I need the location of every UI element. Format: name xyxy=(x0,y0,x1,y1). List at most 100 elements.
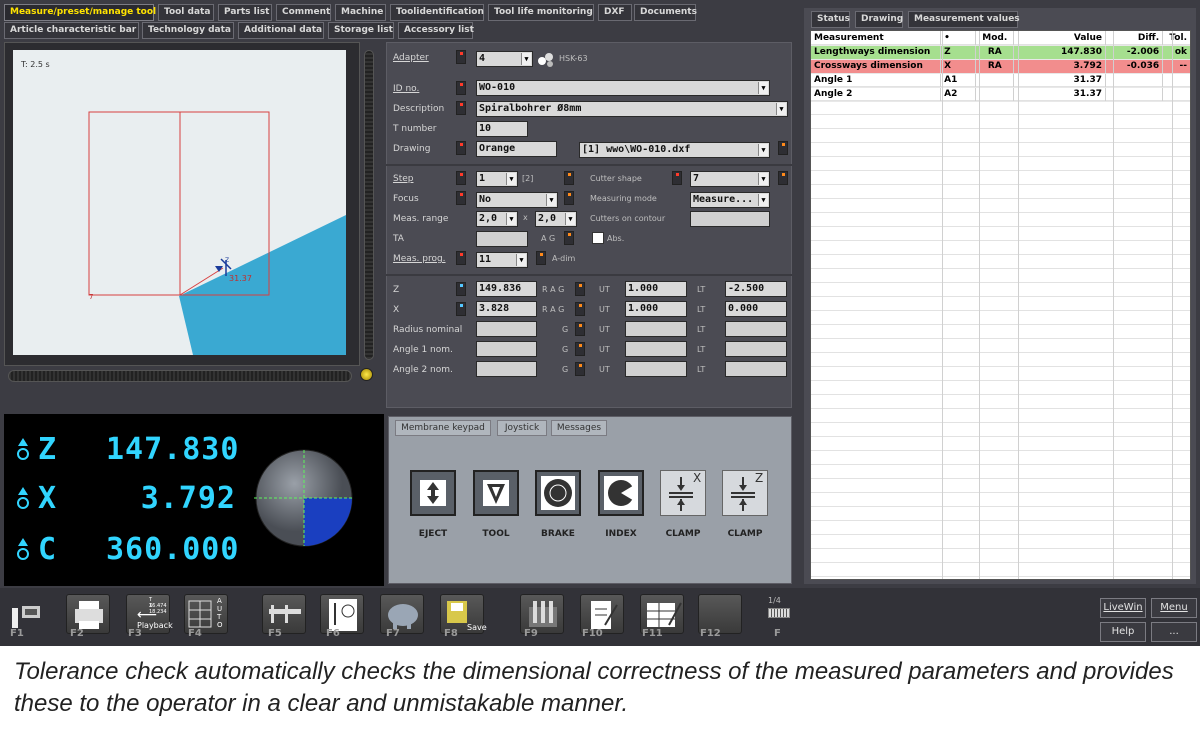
tab-machine[interactable]: Machine xyxy=(335,4,386,21)
header-measurement: Measurement xyxy=(811,31,942,46)
fkey-f11: F11 xyxy=(642,628,663,639)
cell-value: 147.830 xyxy=(1013,45,1106,60)
required-marker xyxy=(456,81,466,95)
step-select[interactable]: 1 ▼ xyxy=(476,171,518,187)
adapter-select[interactable]: 4 ▼ xyxy=(476,51,533,67)
rotary-position-gauge xyxy=(254,448,354,548)
abs-checkbox[interactable] xyxy=(592,232,604,244)
cell-mod xyxy=(975,87,1015,102)
tab-additional-data[interactable]: Additional data xyxy=(238,22,324,39)
table-row[interactable]: Lengthways dimension Z RA 147.830 -2.006… xyxy=(811,45,1190,60)
help-button[interactable]: Help xyxy=(1100,622,1146,642)
required-marker xyxy=(575,322,585,336)
adapter-label: Adapter xyxy=(393,53,429,63)
keypad-label-clamp-z: CLAMP xyxy=(727,529,763,539)
x-lt-field[interactable]: 0.000 xyxy=(725,301,787,317)
cell-name: Lengthways dimension xyxy=(811,45,942,60)
more-button[interactable]: ... xyxy=(1151,622,1197,642)
tab-messages[interactable]: Messages xyxy=(551,420,607,436)
time-readout: T: 2.5 s xyxy=(21,60,50,69)
angle1-lt-label: LT xyxy=(697,345,706,354)
viewer-vertical-scrollbar[interactable] xyxy=(364,50,374,360)
table-row[interactable]: Angle 2 A2 31.37 xyxy=(811,87,1190,102)
column-divider xyxy=(1018,31,1019,579)
tab-tool-data[interactable]: Tool data xyxy=(158,4,214,21)
measuring-mode-select[interactable]: Measure... ▼ xyxy=(690,192,770,208)
tab-measure-preset-manage-tool[interactable]: Measure/preset/manage tool xyxy=(4,4,156,21)
eject-button[interactable] xyxy=(410,470,456,516)
meas-range-b-select[interactable]: 2,0 ▼ xyxy=(535,211,577,227)
tab-measurement-values[interactable]: Measurement values xyxy=(908,11,1020,28)
x-rag-label: R A G xyxy=(542,305,565,314)
tab-dxf[interactable]: DXF xyxy=(598,4,632,21)
cell-tol: ok xyxy=(1162,45,1190,60)
focus-select[interactable]: No ▼ xyxy=(476,192,558,208)
clamp-x-button[interactable]: X xyxy=(660,470,706,516)
z-nominal-field[interactable]: 149.836 xyxy=(476,281,537,297)
clamp-z-button[interactable]: Z xyxy=(722,470,768,516)
tab-accessory-list[interactable]: Accessory list xyxy=(398,22,474,39)
cell-tol xyxy=(1162,87,1190,102)
drawing-field[interactable]: Orange xyxy=(476,141,557,157)
cutter-shape-select[interactable]: 7 ▼ xyxy=(690,171,770,187)
z-ut-field[interactable]: 1.000 xyxy=(625,281,687,297)
table-row[interactable]: Crossways dimension X RA 3.792 -0.036 -- xyxy=(811,59,1190,74)
tab-status[interactable]: Status xyxy=(811,11,850,28)
clamp-axis-x: X xyxy=(693,471,702,485)
measurement-table-area: Measurement • Mod. Value Diff. Tol. Leng… xyxy=(810,30,1191,580)
table-header: Measurement • Mod. Value Diff. Tol. xyxy=(811,31,1190,46)
tab-article-characteristic-bar[interactable]: Article characteristic bar xyxy=(4,22,139,39)
tab-technology-data[interactable]: Technology data xyxy=(142,22,234,39)
angle2-field[interactable] xyxy=(476,361,537,377)
angle1-field[interactable] xyxy=(476,341,537,357)
x-label: X xyxy=(393,305,400,315)
x-nominal-field[interactable]: 3.828 xyxy=(476,301,537,317)
tab-tool-life-monitoring[interactable]: Tool life monitoring xyxy=(488,4,594,21)
tab-joystick[interactable]: Joystick xyxy=(497,420,547,436)
x-ut-field[interactable]: 1.000 xyxy=(625,301,687,317)
meas-range-a-select[interactable]: 2,0 ▼ xyxy=(476,211,518,227)
tab-parts-list[interactable]: Parts list xyxy=(218,4,272,21)
tab-drawing[interactable]: Drawing xyxy=(855,11,903,28)
table-row[interactable]: Angle 1 A1 31.37 xyxy=(811,73,1190,88)
tab-membrane-keypad[interactable]: Membrane keypad xyxy=(395,420,491,436)
cell-diff: -0.036 xyxy=(1105,59,1164,74)
ta-field[interactable] xyxy=(476,231,528,247)
cell-tol xyxy=(1162,73,1190,88)
cutters-on-contour-field[interactable] xyxy=(690,211,770,227)
meas-prog-select[interactable]: 11 ▼ xyxy=(476,252,528,268)
angle2-ut-field[interactable] xyxy=(625,361,687,377)
cutter-shape-label: Cutter shape xyxy=(590,174,642,183)
livewin-button[interactable]: LiveWin xyxy=(1100,598,1146,618)
z-lt-field[interactable]: -2.500 xyxy=(725,281,787,297)
description-label: Description xyxy=(393,104,445,114)
tab-documents[interactable]: Documents xyxy=(634,4,697,21)
tab-comment[interactable]: Comment xyxy=(276,4,331,21)
keyboard-icon[interactable] xyxy=(768,608,790,618)
angle1-lt-field[interactable] xyxy=(725,341,787,357)
drawing-file-select[interactable]: [1] wwo\WO-010.dxf ▼ xyxy=(579,142,770,158)
viewer-horizontal-scrollbar[interactable] xyxy=(8,370,352,382)
angle2-lt-field[interactable] xyxy=(725,361,787,377)
radius-ut-field[interactable] xyxy=(625,321,687,337)
z-lt-label: LT xyxy=(697,285,706,294)
id-select[interactable]: WO-010 ▼ xyxy=(476,80,770,96)
z-rag-label: R A G xyxy=(542,285,565,294)
angle1-ut-field[interactable] xyxy=(625,341,687,357)
image-viewer[interactable]: T: 2.5 s 31.37 7 Z xyxy=(13,50,346,355)
tab-toolidentification[interactable]: Toolidentification xyxy=(390,4,484,21)
required-marker xyxy=(564,171,574,185)
cutters-on-contour-label: Cutters on contour xyxy=(590,214,666,223)
menu-button[interactable]: Menu xyxy=(1151,598,1197,618)
dro-value-z: 147.830 xyxy=(106,432,240,467)
radius-nominal-field[interactable] xyxy=(476,321,537,337)
tool-button[interactable] xyxy=(473,470,519,516)
description-select[interactable]: Spiralbohrer Ø8mm ▼ xyxy=(476,101,788,117)
brake-button[interactable] xyxy=(535,470,581,516)
tab-storage-list[interactable]: Storage list xyxy=(328,22,394,39)
axis-arrow-icon xyxy=(14,436,32,464)
axis-arrow-icon xyxy=(14,536,32,564)
radius-lt-field[interactable] xyxy=(725,321,787,337)
index-button[interactable] xyxy=(598,470,644,516)
tnumber-field[interactable]: 10 xyxy=(476,121,528,137)
